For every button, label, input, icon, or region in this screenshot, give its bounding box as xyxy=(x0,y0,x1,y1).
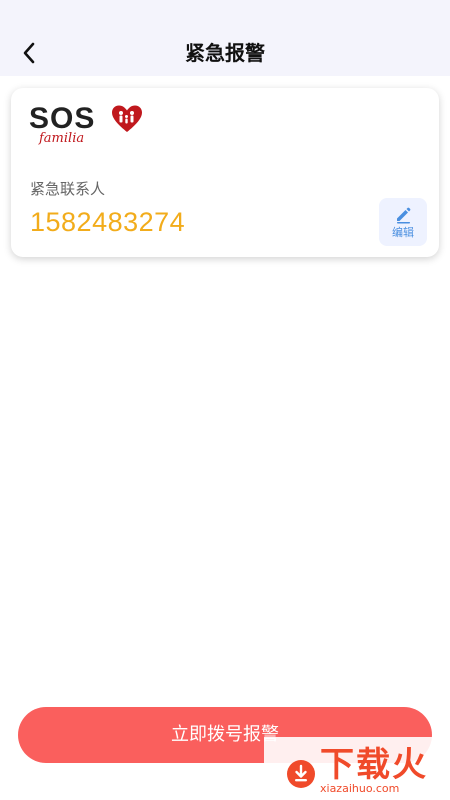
family-heart-icon xyxy=(112,105,142,132)
watermark-url: xiazaihuo.com xyxy=(320,782,400,795)
edit-contact-button[interactable]: 编辑 xyxy=(379,198,427,246)
call-button-label: 立即拨号报警 xyxy=(171,724,279,745)
emergency-alarm-screen: 紧急报警 SOS familia 紧急联系人 1582483274 编辑 立即拨… xyxy=(0,0,450,800)
page-title: 紧急报警 xyxy=(185,41,265,65)
watermark: 下载火 xiazaihuo.com xyxy=(264,737,450,800)
logo-sub-text: familia xyxy=(39,131,85,146)
emergency-contact-card: SOS familia 紧急联系人 1582483274 编辑 xyxy=(11,88,439,257)
watermark-text: 下载火 xyxy=(320,745,428,785)
contact-label: 紧急联系人 xyxy=(30,180,106,198)
edit-label: 编辑 xyxy=(392,225,414,239)
top-bar: 紧急报警 xyxy=(0,0,450,76)
contact-phone: 1582483274 xyxy=(30,207,186,237)
download-logo-icon xyxy=(287,760,315,788)
sos-familia-logo: SOS familia xyxy=(29,102,145,148)
pencil-icon xyxy=(397,207,411,223)
